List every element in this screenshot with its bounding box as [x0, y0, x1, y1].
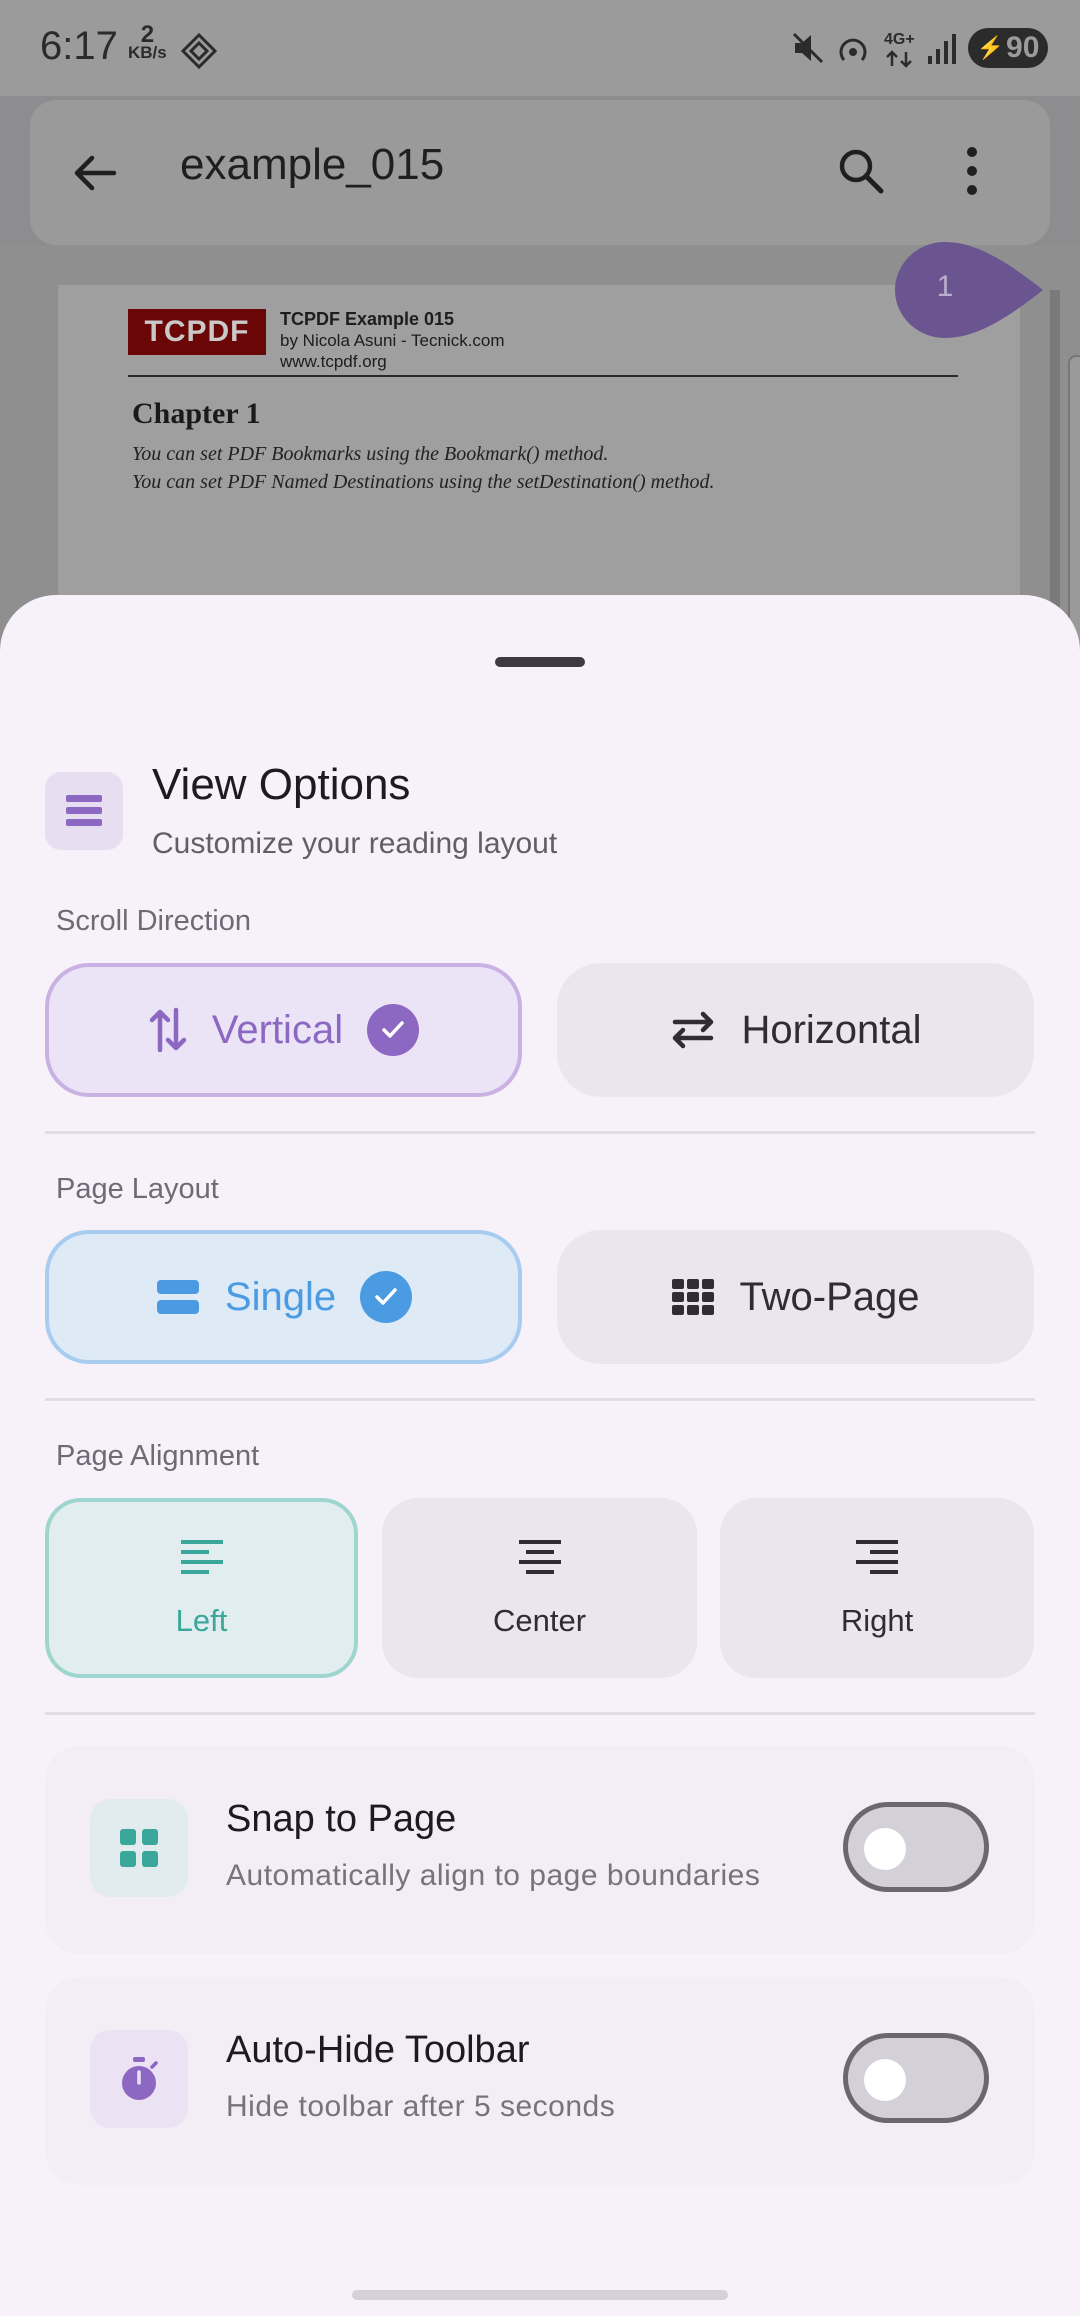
vertical-arrows-icon [149, 1007, 187, 1053]
pdf-header-title: TCPDF Example 015 [280, 309, 455, 329]
divider [45, 1398, 1035, 1401]
page-indicator-bubble: 1 [895, 240, 1045, 340]
hotspot-icon [839, 38, 867, 61]
pdf-header-url: www.tcpdf.org [280, 352, 387, 371]
pdf-header-rule [128, 375, 958, 377]
data-arrows-icon [886, 50, 912, 68]
align-left-button[interactable]: Left [45, 1498, 358, 1678]
scroll-vertical-button[interactable]: Vertical [45, 963, 522, 1097]
snap-to-page-title: Snap to Page [226, 1798, 457, 1840]
search-icon[interactable] [835, 145, 887, 197]
align-right-icon [856, 1540, 898, 1574]
align-center-label: Center [492, 1603, 587, 1638]
snap-to-page-subtitle: Automatically align to page boundaries [226, 1859, 761, 1892]
divider [45, 1131, 1035, 1134]
chapter-line-2: You can set PDF Named Destinations using… [132, 471, 715, 493]
snap-to-page-row[interactable]: Snap to Page Automatically align to page… [45, 1746, 1035, 1954]
auto-hide-toolbar-row[interactable]: Auto-Hide Toolbar Hide toolbar after 5 s… [45, 1977, 1035, 2185]
network-type: 4G+ [884, 31, 915, 48]
timer-icon [90, 2030, 188, 2128]
layout-two-page-label: Two-Page [739, 1274, 920, 1319]
toggle-knob [864, 1828, 906, 1870]
pdf-header-author: by Nicola Asuni - Tecnick.com [280, 331, 505, 350]
view-options-icon [45, 772, 123, 850]
view-options-sheet: View Options Customize your reading layo… [0, 595, 1080, 2316]
sheet-title: View Options [152, 760, 411, 809]
chapter-title: Chapter 1 [132, 397, 261, 430]
page-layout-label: Page Layout [56, 1173, 219, 1205]
network-speed-value: 2 [140, 21, 155, 48]
network-speed-unit: KB/s [128, 43, 167, 62]
page-alignment-label: Page Alignment [56, 1440, 260, 1472]
auto-hide-toolbar-toggle[interactable] [843, 2033, 989, 2123]
mute-icon [792, 32, 824, 64]
status-bar: 6:17 2 KB/s 4G+ ⚡ 90 [0, 0, 1080, 96]
network-speed: 2 KB/s [128, 21, 167, 62]
snap-to-page-toggle[interactable] [843, 1802, 989, 1892]
layout-single-button[interactable]: Single [45, 1230, 522, 1364]
divider [45, 1712, 1035, 1715]
layout-two-page-button[interactable]: Two-Page [557, 1230, 1034, 1364]
scroll-horizontal-button[interactable]: Horizontal [557, 963, 1034, 1097]
page-number: 1 [936, 270, 954, 303]
scroll-vertical-label: Vertical [211, 1007, 344, 1052]
align-right-label: Right [840, 1603, 914, 1638]
battery-level: 90 [1006, 31, 1040, 64]
sheet-subtitle: Customize your reading layout [152, 827, 558, 860]
toggle-knob [864, 2059, 906, 2101]
battery-indicator: ⚡ 90 [968, 28, 1048, 68]
layout-single-label: Single [224, 1274, 337, 1319]
align-right-button[interactable]: Right [720, 1498, 1034, 1678]
horizontal-arrows-icon [673, 1011, 714, 1049]
auto-hide-toolbar-title: Auto-Hide Toolbar [226, 2029, 530, 2071]
align-left-icon [180, 1540, 223, 1574]
status-time: 6:17 [40, 24, 118, 68]
more-vert-icon[interactable] [965, 145, 979, 197]
pdf-header: TCPDF Example 015 by Nicola Asuni - Tecn… [280, 309, 505, 372]
single-page-icon [156, 1280, 199, 1314]
auto-hide-toolbar-subtitle: Hide toolbar after 5 seconds [226, 2090, 616, 2123]
signal-icon [928, 34, 956, 64]
scroll-direction-label: Scroll Direction [56, 905, 251, 937]
scroll-horizontal-label: Horizontal [741, 1007, 922, 1052]
check-icon [360, 1271, 413, 1323]
align-left-label: Left [175, 1603, 228, 1638]
align-center-icon [518, 1540, 561, 1574]
app-bar: example_015 [30, 100, 1050, 245]
tcpdf-logo: TCPDF [128, 309, 266, 355]
grid-icon [672, 1279, 715, 1315]
battery-bolt-icon: ⚡ [976, 35, 1005, 60]
drag-handle[interactable] [495, 657, 585, 667]
snap-grid-icon [90, 1799, 188, 1897]
gesture-bar[interactable] [352, 2290, 728, 2300]
document-title: example_015 [180, 140, 445, 189]
diamond-icon [180, 32, 218, 70]
align-center-button[interactable]: Center [382, 1498, 697, 1678]
arrow-left-icon[interactable] [70, 148, 120, 198]
check-icon [367, 1004, 420, 1056]
chapter-line-1: You can set PDF Bookmarks using the Book… [132, 443, 609, 465]
